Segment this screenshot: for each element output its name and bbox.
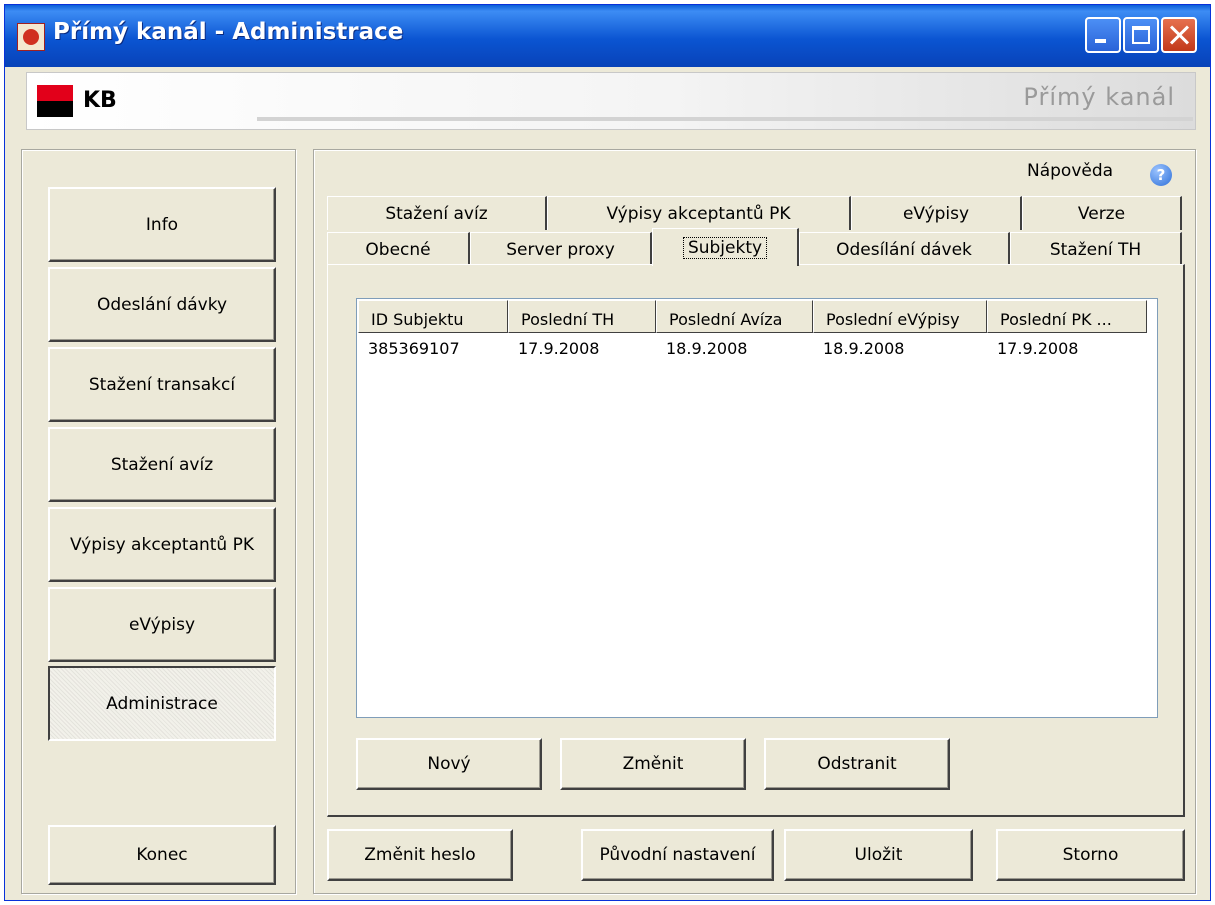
nav-transactions-download-button[interactable]: Stažení transakcí (48, 347, 276, 422)
close-button[interactable] (1161, 17, 1197, 53)
tab-version[interactable]: Verze (1022, 196, 1182, 230)
change-password-button[interactable]: Změnit heslo (327, 829, 513, 881)
reset-defaults-button[interactable]: Původní nastavení (581, 829, 774, 881)
tab-estatements[interactable]: eVýpisy (851, 196, 1022, 230)
nav-administration-button[interactable]: Administrace (48, 666, 276, 741)
column-header-last-advice[interactable]: Poslední Avíza (656, 300, 813, 333)
app-icon (17, 23, 45, 51)
nav-estatements-button[interactable]: eVýpisy (48, 587, 276, 662)
maximize-button[interactable] (1123, 17, 1159, 53)
new-button[interactable]: Nový (356, 738, 542, 790)
tab-th-download[interactable]: Stažení TH (1010, 232, 1182, 266)
tab-advice-download[interactable]: Stažení avíz (327, 196, 547, 230)
minimize-button[interactable] (1085, 17, 1121, 53)
banner-divider (257, 117, 1193, 121)
tab-general[interactable]: Obecné (327, 232, 470, 266)
cell-last-pk: 17.9.2008 (997, 339, 1079, 358)
subjects-table[interactable]: ID Subjektu Poslední TH Poslední Avíza P… (356, 298, 1158, 718)
exit-button[interactable]: Konec (48, 825, 276, 885)
banner-title: Přímý kanál (1023, 83, 1175, 111)
column-header-last-pk[interactable]: Poslední PK ... (987, 300, 1147, 333)
nav-advice-download-button[interactable]: Stažení avíz (48, 427, 276, 502)
edit-button[interactable]: Změnit (560, 738, 746, 790)
tab-proxy-server[interactable]: Server proxy (470, 232, 652, 266)
table-row[interactable]: 385369107 17.9.2008 18.9.2008 18.9.2008 … (358, 335, 1147, 361)
cell-subject-id: 385369107 (368, 339, 460, 358)
save-button[interactable]: Uložit (784, 829, 973, 881)
cell-last-advice: 18.9.2008 (666, 339, 748, 358)
tab-acceptor-statements[interactable]: Výpisy akceptantů PK (547, 196, 851, 230)
cancel-button[interactable]: Storno (996, 829, 1185, 881)
logo-text: KB (83, 88, 117, 113)
cell-last-estatements: 18.9.2008 (823, 339, 905, 358)
kb-logo-icon (37, 85, 73, 117)
column-header-last-estatements[interactable]: Poslední eVýpisy (813, 300, 987, 333)
table-header: ID Subjektu Poslední TH Poslední Avíza P… (358, 300, 1147, 333)
help-icon[interactable]: ? (1150, 164, 1172, 186)
window-title: Přímý kanál - Administrace (53, 19, 404, 45)
title-bar: Přímý kanál - Administrace (5, 5, 1210, 67)
nav-batch-send-button[interactable]: Odeslání dávky (48, 267, 276, 342)
tab-subjects-label: Subjekty (682, 236, 768, 259)
tab-subjects[interactable]: Subjekty (652, 228, 799, 266)
nav-info-button[interactable]: Info (48, 187, 276, 262)
column-header-last-th[interactable]: Poslední TH (508, 300, 656, 333)
tab-batch-sending[interactable]: Odesílání dávek (799, 232, 1010, 266)
nav-acceptor-statements-button[interactable]: Výpisy akceptantů PK (48, 507, 276, 582)
header-banner: KB Přímý kanál (26, 72, 1196, 130)
help-link[interactable]: Nápověda (1027, 161, 1113, 181)
remove-button[interactable]: Odstranit (764, 738, 950, 790)
cell-last-th: 17.9.2008 (518, 339, 600, 358)
column-header-subject-id[interactable]: ID Subjektu (358, 300, 508, 333)
